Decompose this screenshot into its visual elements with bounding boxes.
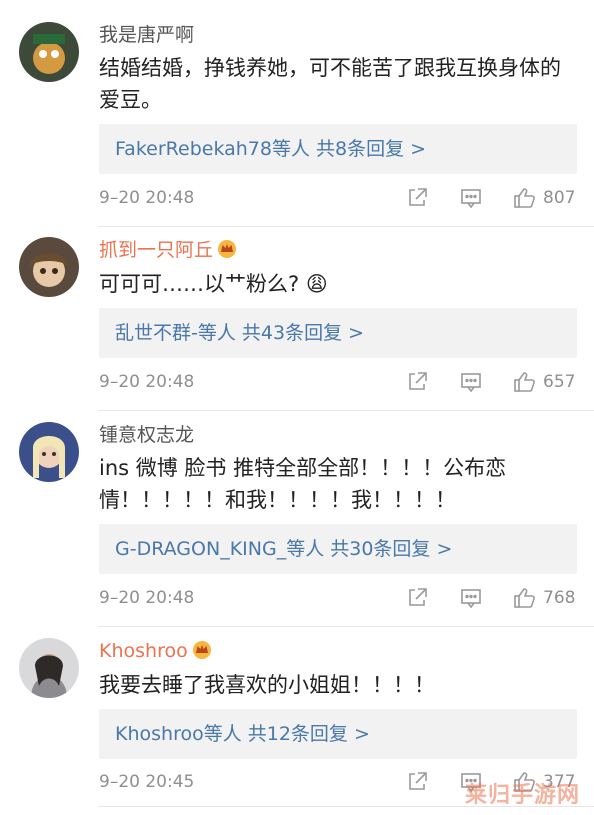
- reply-summary-button[interactable]: 乱世不群-等人 共43条回复 >: [99, 308, 577, 358]
- like-count: 657: [543, 372, 576, 392]
- reply-count: 共30条回复 >: [330, 538, 453, 560]
- username[interactable]: 抓到一只阿丘: [99, 238, 237, 262]
- share-button[interactable]: [405, 369, 429, 395]
- like-count: 807: [543, 188, 576, 208]
- share-button[interactable]: [405, 185, 429, 211]
- crown-badge-icon: [192, 641, 211, 659]
- comment-icon: [461, 589, 481, 609]
- timestamp: 9–20 20:48: [99, 188, 195, 208]
- timestamp: 9–20 20:45: [99, 772, 195, 792]
- avatar[interactable]: [19, 237, 79, 297]
- like-button[interactable]: 768: [513, 585, 575, 611]
- username-text: 抓到一只阿丘: [99, 239, 214, 261]
- share-button[interactable]: [405, 769, 429, 795]
- share-icon: [409, 372, 427, 390]
- timestamp: 9–20 20:48: [99, 372, 195, 392]
- timestamp: 9–20 20:48: [99, 588, 195, 608]
- username-text: Khoshroo: [99, 640, 188, 662]
- comment-text: 可可可……以艹粉么? 😩: [99, 272, 328, 296]
- username[interactable]: 我是唐严啊: [99, 23, 194, 47]
- comment-text: 我要去睡了我喜欢的小姐姐！！！！: [99, 673, 435, 697]
- divider: [99, 626, 594, 627]
- comment-button[interactable]: [459, 585, 483, 611]
- username[interactable]: 锺意权志龙: [99, 423, 194, 447]
- reply-count: 共8条回复 >: [316, 138, 427, 160]
- like-button[interactable]: 807: [513, 185, 575, 211]
- like-button[interactable]: 657: [513, 369, 575, 395]
- share-icon: [409, 772, 427, 790]
- watermark: 莱归手游网: [464, 783, 580, 808]
- comment-text: 结婚结婚，挣钱养她，可不能苦了跟我互换身体的爱豆。: [99, 56, 561, 112]
- comment-button[interactable]: [459, 369, 483, 395]
- comment-meta: 9–20 20:48 657: [99, 369, 577, 395]
- avatar[interactable]: [19, 638, 79, 698]
- reply-summary-button[interactable]: FakerRebekah78等人 共8条回复 >: [99, 124, 577, 174]
- reply-users: 乱世不群-等人: [115, 322, 242, 344]
- thumbs-up-icon: [514, 372, 535, 392]
- share-button[interactable]: [405, 585, 429, 611]
- thumbs-up-icon: [514, 188, 535, 208]
- thumbs-up-icon: [514, 588, 535, 608]
- reply-count: 共12条回复 >: [247, 723, 370, 745]
- like-count: 768: [543, 588, 576, 608]
- reply-users: FakerRebekah78等人: [115, 138, 317, 160]
- comment-meta: 9–20 20:48 807: [99, 185, 577, 211]
- comment-icon: [461, 189, 481, 209]
- username[interactable]: Khoshroo: [99, 639, 212, 663]
- avatar[interactable]: [19, 422, 79, 482]
- share-icon: [409, 188, 427, 206]
- comment-icon: [461, 373, 481, 393]
- divider: [99, 226, 594, 227]
- comment-button[interactable]: [459, 185, 483, 211]
- divider: [99, 410, 594, 411]
- reply-users: Khoshroo等人: [115, 723, 248, 745]
- reply-count: 共43条回复 >: [241, 322, 365, 344]
- reply-users: G-DRAGON_KING_等人: [115, 538, 331, 560]
- share-icon: [409, 588, 427, 606]
- comment-meta: 9–20 20:48 768: [99, 585, 577, 611]
- reply-summary-button[interactable]: G-DRAGON_KING_等人 共30条回复 >: [99, 524, 577, 574]
- comment-text: ins 微博 脸书 推特全部全部！！！！公布恋情！！！！！和我！！！！我！！！！: [99, 456, 507, 512]
- crown-badge-icon: [218, 240, 237, 258]
- reply-summary-button[interactable]: Khoshroo等人 共12条回复 >: [99, 709, 577, 759]
- avatar[interactable]: [19, 22, 79, 82]
